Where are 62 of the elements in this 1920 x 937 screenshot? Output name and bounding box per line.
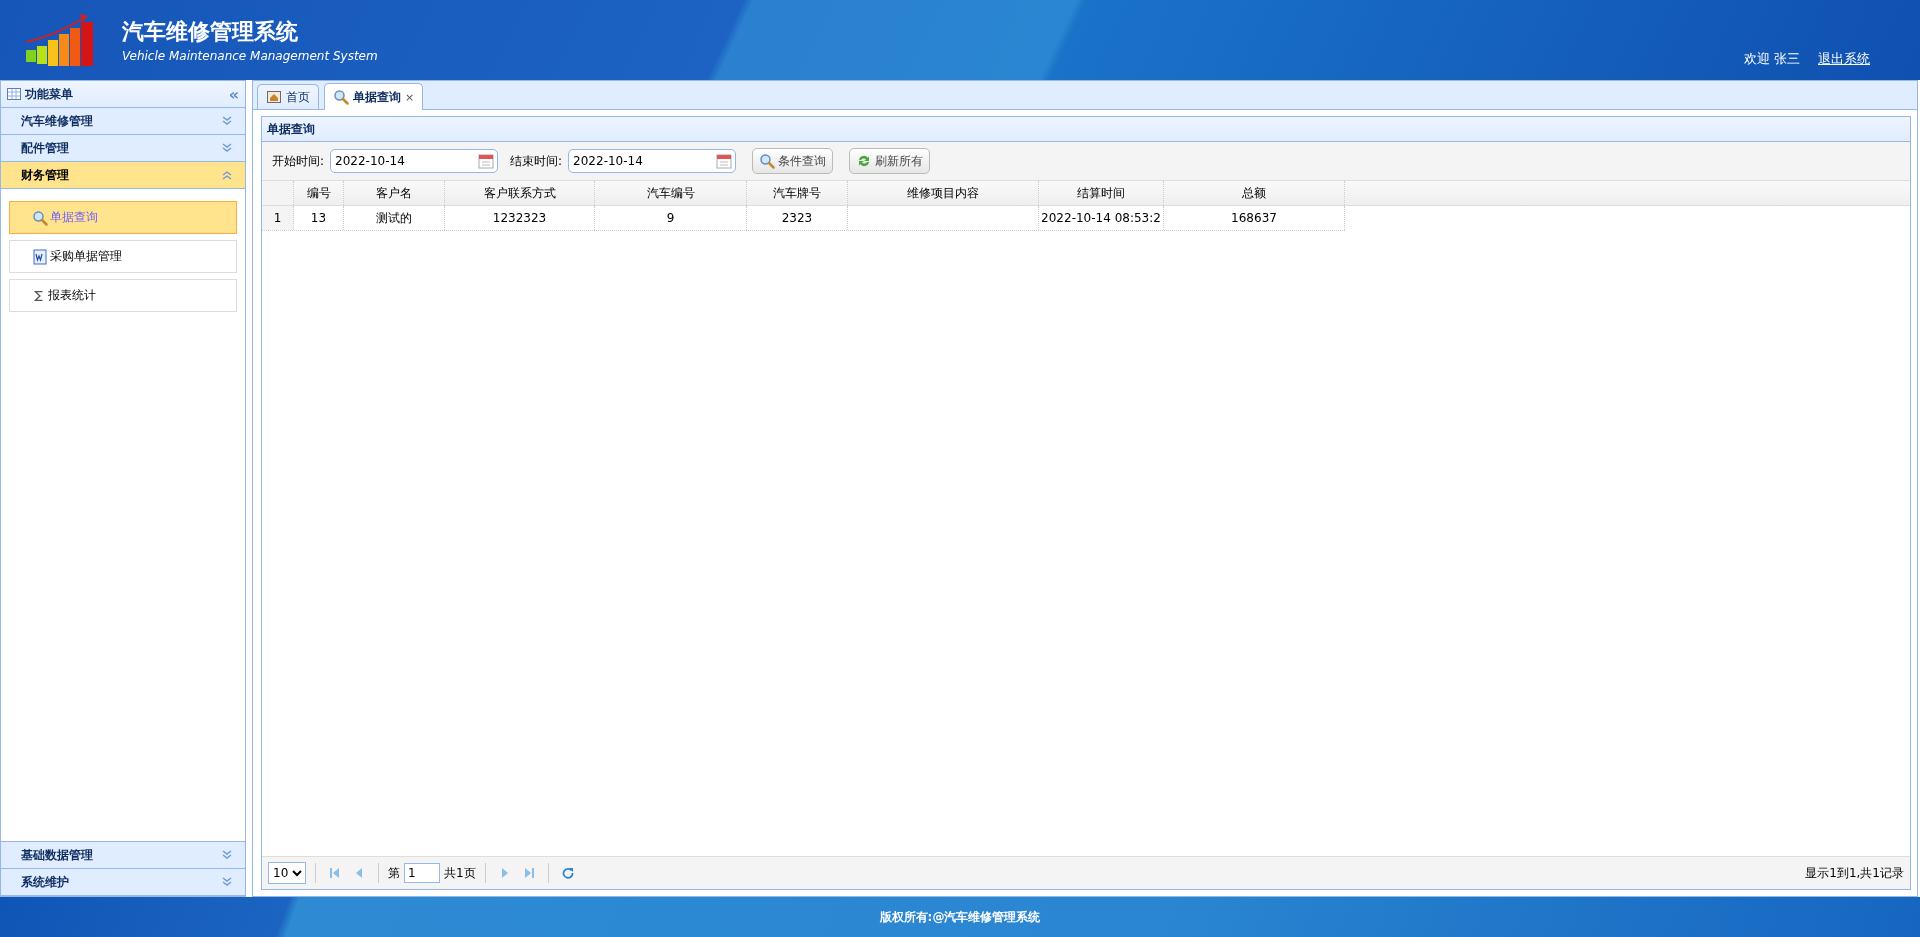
last-page-icon[interactable]: [522, 867, 535, 879]
filter-label: 开始时间:: [272, 152, 325, 170]
accordion-header[interactable]: 汽车维修管理: [1, 108, 245, 135]
column-header[interactable]: 总额: [1164, 181, 1345, 205]
accordion-header[interactable]: 基础数据管理: [1, 842, 245, 869]
chevron-icon: [221, 876, 233, 888]
chevron-icon: [221, 849, 233, 861]
menu-title: 功能菜单: [25, 85, 74, 103]
first-page-icon[interactable]: [329, 867, 341, 879]
table-cell: 168637: [1164, 206, 1345, 230]
page-total: 共1页: [444, 864, 476, 882]
column-header[interactable]: 维修项目内容: [848, 181, 1039, 205]
page-number-input[interactable]: 1: [404, 863, 440, 883]
table-cell: 9: [595, 206, 747, 230]
column-header[interactable]: 编号: [294, 181, 344, 205]
page-prefix: 第: [388, 864, 400, 882]
app-subtitle: Vehicle Maintenance Management System: [122, 49, 378, 63]
close-button[interactable]: ×: [405, 90, 415, 104]
menu-item[interactable]: 报表统计: [9, 279, 237, 312]
column-header[interactable]: 汽车编号: [595, 181, 747, 205]
accordion-header[interactable]: 财务管理: [1, 162, 245, 189]
column-header[interactable]: 结算时间: [1039, 181, 1164, 205]
search-icon: [333, 89, 349, 105]
copyright-text: 版权所有:@汽车维修管理系统: [879, 908, 1041, 926]
reload-icon[interactable]: [561, 867, 574, 879]
accordion-header[interactable]: 配件管理: [1, 135, 245, 162]
chevron-icon: [221, 115, 233, 127]
menu-item[interactable]: 采购单据管理: [9, 240, 237, 273]
sigma-icon: [32, 288, 46, 303]
table-cell: 测试的: [344, 206, 445, 230]
calendar-icon[interactable]: [716, 153, 733, 169]
tab[interactable]: 首页: [257, 84, 319, 109]
accordion-header[interactable]: 系统维护: [1, 869, 245, 896]
table-cell: 2022-10-14 08:53:2: [1039, 206, 1164, 230]
filter-label: 结束时间:: [510, 152, 563, 170]
page-size-select[interactable]: 10: [268, 862, 306, 884]
column-header[interactable]: 客户联系方式: [445, 181, 595, 205]
toolbar-button[interactable]: 刷新所有: [849, 148, 931, 174]
chevron-icon: [221, 142, 233, 154]
row-number: 1: [262, 206, 294, 230]
table-cell: 1232323: [445, 206, 595, 230]
document-icon: [32, 248, 48, 265]
menu-item[interactable]: 单据查询: [9, 201, 237, 234]
table-cell: 2323: [747, 206, 848, 230]
welcome-text: 欢迎 张三: [1743, 50, 1800, 68]
column-header[interactable]: 客户名: [344, 181, 445, 205]
search-icon: [32, 209, 48, 226]
home-icon: [266, 89, 282, 105]
grid-icon: [7, 88, 21, 100]
date-field[interactable]: 2022-10-14: [568, 149, 737, 173]
date-field[interactable]: 2022-10-14: [330, 149, 499, 173]
panel-title: 单据查询: [262, 117, 1910, 142]
search-icon: [759, 153, 776, 169]
tab[interactable]: 单据查询 ×: [324, 83, 424, 110]
table-cell: 13: [294, 206, 344, 230]
chevron-icon: [221, 169, 233, 181]
toolbar-button[interactable]: 条件查询: [752, 148, 834, 174]
logout-link[interactable]: 退出系统: [1818, 50, 1870, 68]
column-header[interactable]: 汽车牌号: [747, 181, 848, 205]
calendar-icon[interactable]: [478, 153, 495, 169]
record-summary: 显示1到1,共1记录: [1805, 864, 1904, 882]
app-title: 汽车维修管理系统: [122, 18, 299, 46]
